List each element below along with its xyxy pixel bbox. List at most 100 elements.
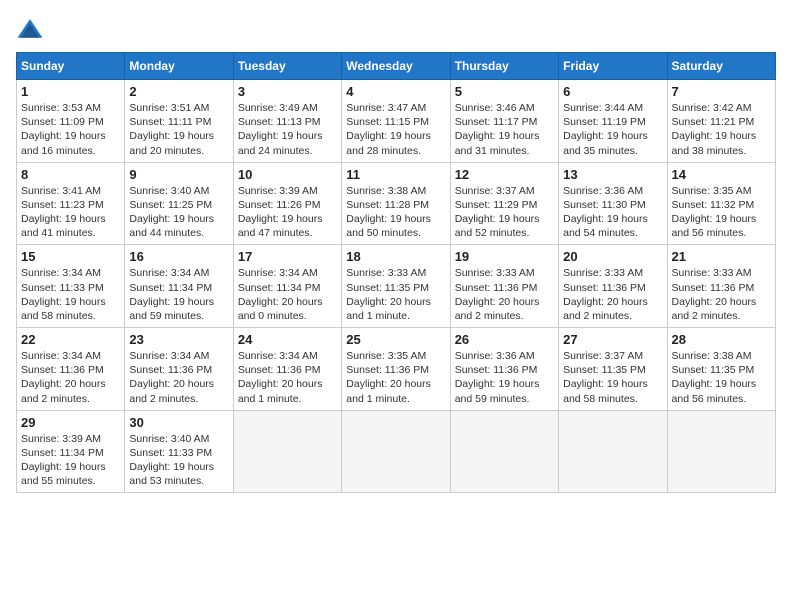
day-info: Sunrise: 3:36 AM Sunset: 11:36 PM Daylig… bbox=[455, 349, 554, 406]
day-info: Sunrise: 3:34 AM Sunset: 11:36 PM Daylig… bbox=[21, 349, 120, 406]
logo-icon bbox=[16, 16, 44, 44]
day-info: Sunrise: 3:33 AM Sunset: 11:35 PM Daylig… bbox=[346, 266, 445, 323]
weekday-header-tuesday: Tuesday bbox=[233, 53, 341, 80]
calendar-cell: 23 Sunrise: 3:34 AM Sunset: 11:36 PM Day… bbox=[125, 328, 233, 411]
weekday-header-row: SundayMondayTuesdayWednesdayThursdayFrid… bbox=[17, 53, 776, 80]
calendar-cell bbox=[233, 410, 341, 493]
day-info: Sunrise: 3:34 AM Sunset: 11:34 PM Daylig… bbox=[129, 266, 228, 323]
calendar-cell: 28 Sunrise: 3:38 AM Sunset: 11:35 PM Day… bbox=[667, 328, 775, 411]
calendar-week-1: 1 Sunrise: 3:53 AM Sunset: 11:09 PM Dayl… bbox=[17, 80, 776, 163]
calendar-cell: 4 Sunrise: 3:47 AM Sunset: 11:15 PM Dayl… bbox=[342, 80, 450, 163]
calendar-cell: 22 Sunrise: 3:34 AM Sunset: 11:36 PM Day… bbox=[17, 328, 125, 411]
calendar-cell: 27 Sunrise: 3:37 AM Sunset: 11:35 PM Day… bbox=[559, 328, 667, 411]
day-number: 26 bbox=[455, 332, 554, 347]
calendar-table: SundayMondayTuesdayWednesdayThursdayFrid… bbox=[16, 52, 776, 493]
day-info: Sunrise: 3:38 AM Sunset: 11:35 PM Daylig… bbox=[672, 349, 771, 406]
day-number: 10 bbox=[238, 167, 337, 182]
day-info: Sunrise: 3:41 AM Sunset: 11:23 PM Daylig… bbox=[21, 184, 120, 241]
day-info: Sunrise: 3:35 AM Sunset: 11:36 PM Daylig… bbox=[346, 349, 445, 406]
day-info: Sunrise: 3:36 AM Sunset: 11:30 PM Daylig… bbox=[563, 184, 662, 241]
weekday-header-thursday: Thursday bbox=[450, 53, 558, 80]
calendar-week-5: 29 Sunrise: 3:39 AM Sunset: 11:34 PM Day… bbox=[17, 410, 776, 493]
day-number: 20 bbox=[563, 249, 662, 264]
day-info: Sunrise: 3:40 AM Sunset: 11:25 PM Daylig… bbox=[129, 184, 228, 241]
day-info: Sunrise: 3:33 AM Sunset: 11:36 PM Daylig… bbox=[563, 266, 662, 323]
day-info: Sunrise: 3:34 AM Sunset: 11:33 PM Daylig… bbox=[21, 266, 120, 323]
day-number: 24 bbox=[238, 332, 337, 347]
day-info: Sunrise: 3:42 AM Sunset: 11:21 PM Daylig… bbox=[672, 101, 771, 158]
day-number: 17 bbox=[238, 249, 337, 264]
day-info: Sunrise: 3:33 AM Sunset: 11:36 PM Daylig… bbox=[672, 266, 771, 323]
calendar-cell: 18 Sunrise: 3:33 AM Sunset: 11:35 PM Day… bbox=[342, 245, 450, 328]
day-number: 5 bbox=[455, 84, 554, 99]
day-number: 25 bbox=[346, 332, 445, 347]
calendar-week-4: 22 Sunrise: 3:34 AM Sunset: 11:36 PM Day… bbox=[17, 328, 776, 411]
day-number: 8 bbox=[21, 167, 120, 182]
weekday-header-saturday: Saturday bbox=[667, 53, 775, 80]
day-number: 6 bbox=[563, 84, 662, 99]
day-number: 12 bbox=[455, 167, 554, 182]
day-info: Sunrise: 3:39 AM Sunset: 11:34 PM Daylig… bbox=[21, 432, 120, 489]
day-info: Sunrise: 3:53 AM Sunset: 11:09 PM Daylig… bbox=[21, 101, 120, 158]
page-header bbox=[16, 16, 776, 44]
day-number: 11 bbox=[346, 167, 445, 182]
day-number: 1 bbox=[21, 84, 120, 99]
day-info: Sunrise: 3:51 AM Sunset: 11:11 PM Daylig… bbox=[129, 101, 228, 158]
day-info: Sunrise: 3:37 AM Sunset: 11:29 PM Daylig… bbox=[455, 184, 554, 241]
day-number: 3 bbox=[238, 84, 337, 99]
weekday-header-monday: Monday bbox=[125, 53, 233, 80]
day-info: Sunrise: 3:39 AM Sunset: 11:26 PM Daylig… bbox=[238, 184, 337, 241]
calendar-week-3: 15 Sunrise: 3:34 AM Sunset: 11:33 PM Day… bbox=[17, 245, 776, 328]
calendar-cell: 8 Sunrise: 3:41 AM Sunset: 11:23 PM Dayl… bbox=[17, 162, 125, 245]
day-info: Sunrise: 3:34 AM Sunset: 11:36 PM Daylig… bbox=[238, 349, 337, 406]
calendar-week-2: 8 Sunrise: 3:41 AM Sunset: 11:23 PM Dayl… bbox=[17, 162, 776, 245]
calendar-cell: 15 Sunrise: 3:34 AM Sunset: 11:33 PM Day… bbox=[17, 245, 125, 328]
day-number: 13 bbox=[563, 167, 662, 182]
logo bbox=[16, 16, 48, 44]
calendar-cell: 25 Sunrise: 3:35 AM Sunset: 11:36 PM Day… bbox=[342, 328, 450, 411]
calendar-cell bbox=[450, 410, 558, 493]
day-number: 16 bbox=[129, 249, 228, 264]
calendar-cell: 17 Sunrise: 3:34 AM Sunset: 11:34 PM Day… bbox=[233, 245, 341, 328]
day-info: Sunrise: 3:34 AM Sunset: 11:36 PM Daylig… bbox=[129, 349, 228, 406]
weekday-header-sunday: Sunday bbox=[17, 53, 125, 80]
day-number: 15 bbox=[21, 249, 120, 264]
day-info: Sunrise: 3:40 AM Sunset: 11:33 PM Daylig… bbox=[129, 432, 228, 489]
day-number: 4 bbox=[346, 84, 445, 99]
calendar-cell: 29 Sunrise: 3:39 AM Sunset: 11:34 PM Day… bbox=[17, 410, 125, 493]
day-number: 22 bbox=[21, 332, 120, 347]
day-number: 7 bbox=[672, 84, 771, 99]
calendar-cell: 5 Sunrise: 3:46 AM Sunset: 11:17 PM Dayl… bbox=[450, 80, 558, 163]
day-info: Sunrise: 3:34 AM Sunset: 11:34 PM Daylig… bbox=[238, 266, 337, 323]
calendar-cell: 3 Sunrise: 3:49 AM Sunset: 11:13 PM Dayl… bbox=[233, 80, 341, 163]
day-number: 21 bbox=[672, 249, 771, 264]
weekday-header-friday: Friday bbox=[559, 53, 667, 80]
calendar-cell: 11 Sunrise: 3:38 AM Sunset: 11:28 PM Day… bbox=[342, 162, 450, 245]
calendar-cell: 19 Sunrise: 3:33 AM Sunset: 11:36 PM Day… bbox=[450, 245, 558, 328]
calendar-cell: 24 Sunrise: 3:34 AM Sunset: 11:36 PM Day… bbox=[233, 328, 341, 411]
day-info: Sunrise: 3:46 AM Sunset: 11:17 PM Daylig… bbox=[455, 101, 554, 158]
calendar-cell: 6 Sunrise: 3:44 AM Sunset: 11:19 PM Dayl… bbox=[559, 80, 667, 163]
weekday-header-wednesday: Wednesday bbox=[342, 53, 450, 80]
day-number: 23 bbox=[129, 332, 228, 347]
calendar-cell: 30 Sunrise: 3:40 AM Sunset: 11:33 PM Day… bbox=[125, 410, 233, 493]
day-info: Sunrise: 3:38 AM Sunset: 11:28 PM Daylig… bbox=[346, 184, 445, 241]
calendar-cell bbox=[559, 410, 667, 493]
calendar-cell: 12 Sunrise: 3:37 AM Sunset: 11:29 PM Day… bbox=[450, 162, 558, 245]
day-info: Sunrise: 3:49 AM Sunset: 11:13 PM Daylig… bbox=[238, 101, 337, 158]
day-info: Sunrise: 3:37 AM Sunset: 11:35 PM Daylig… bbox=[563, 349, 662, 406]
day-number: 28 bbox=[672, 332, 771, 347]
day-info: Sunrise: 3:33 AM Sunset: 11:36 PM Daylig… bbox=[455, 266, 554, 323]
day-number: 29 bbox=[21, 415, 120, 430]
day-number: 27 bbox=[563, 332, 662, 347]
calendar-cell: 9 Sunrise: 3:40 AM Sunset: 11:25 PM Dayl… bbox=[125, 162, 233, 245]
day-info: Sunrise: 3:47 AM Sunset: 11:15 PM Daylig… bbox=[346, 101, 445, 158]
day-info: Sunrise: 3:44 AM Sunset: 11:19 PM Daylig… bbox=[563, 101, 662, 158]
day-number: 9 bbox=[129, 167, 228, 182]
calendar-cell: 2 Sunrise: 3:51 AM Sunset: 11:11 PM Dayl… bbox=[125, 80, 233, 163]
calendar-cell: 26 Sunrise: 3:36 AM Sunset: 11:36 PM Day… bbox=[450, 328, 558, 411]
day-number: 19 bbox=[455, 249, 554, 264]
calendar-cell bbox=[342, 410, 450, 493]
calendar-cell: 21 Sunrise: 3:33 AM Sunset: 11:36 PM Day… bbox=[667, 245, 775, 328]
day-number: 18 bbox=[346, 249, 445, 264]
